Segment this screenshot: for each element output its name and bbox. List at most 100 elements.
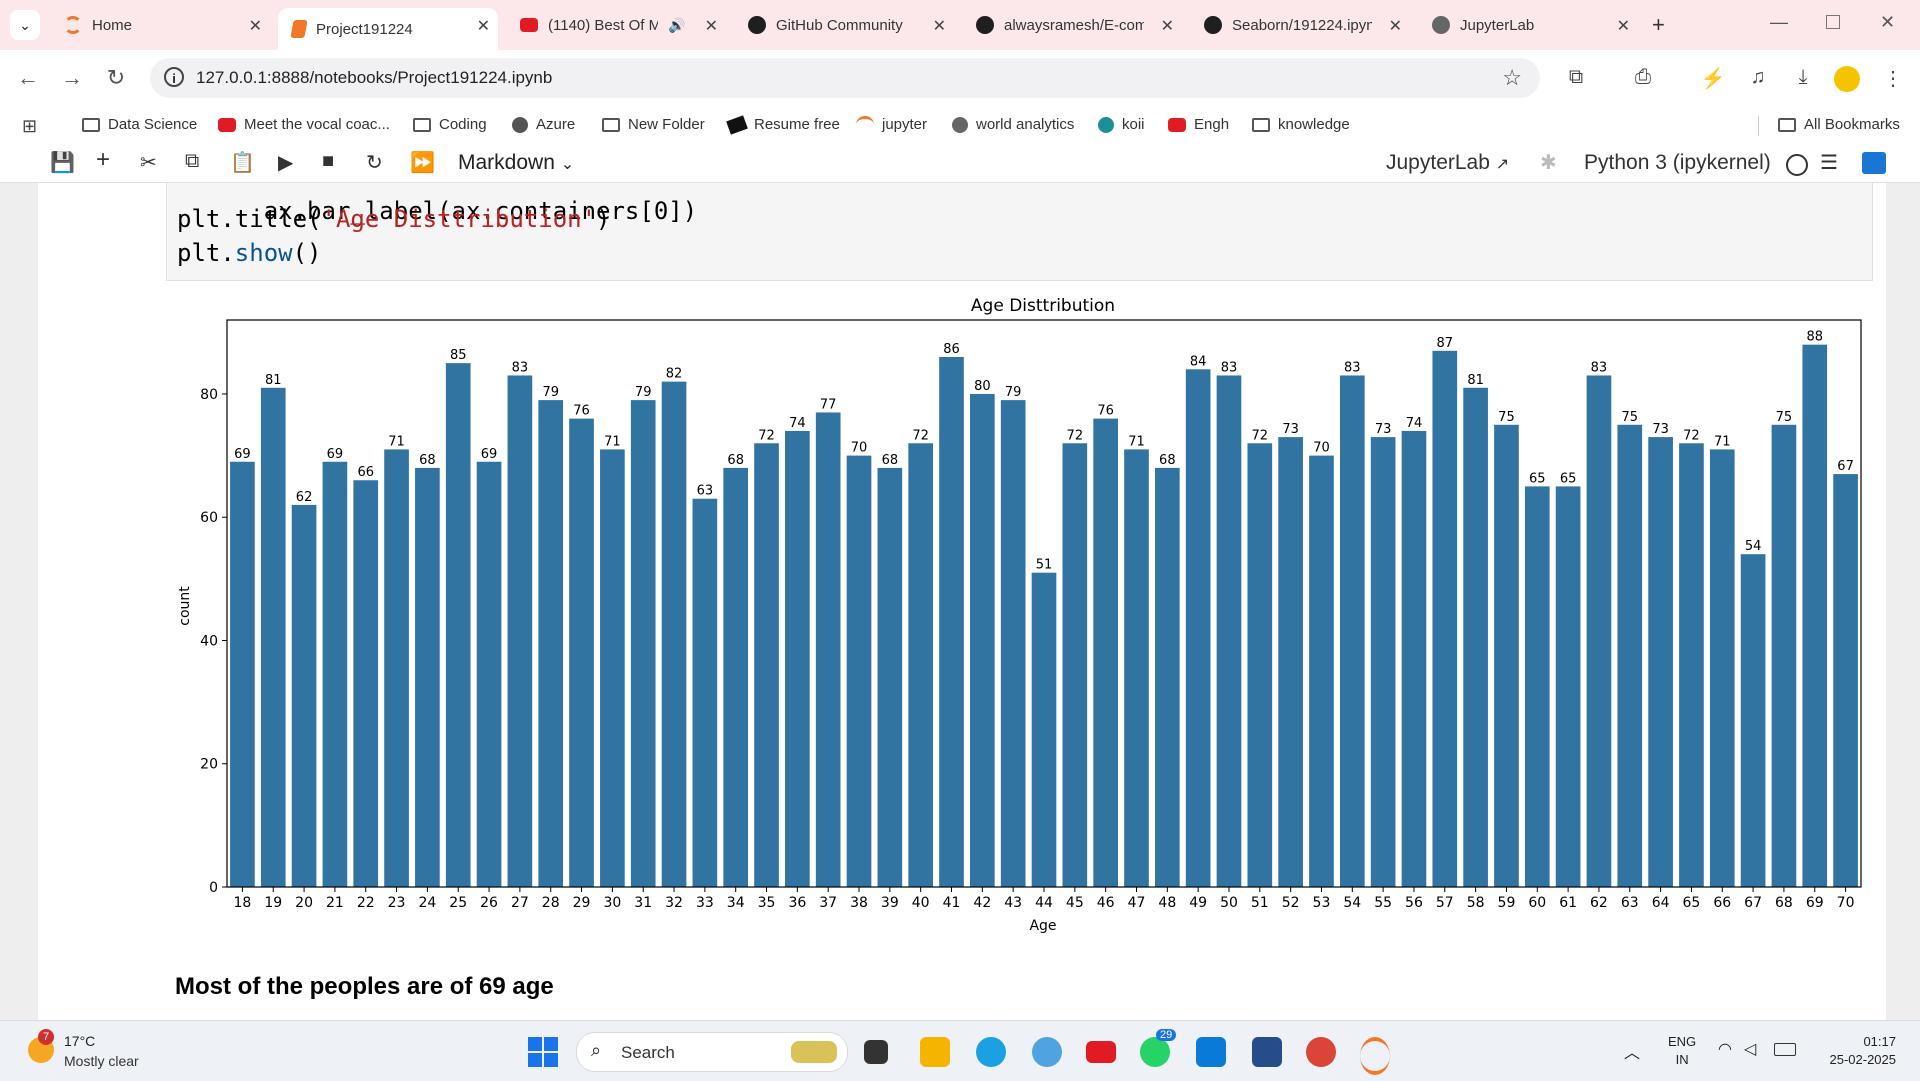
close-icon[interactable]: ✕	[705, 16, 718, 36]
download-icon[interactable]: ⤓	[1790, 66, 1816, 89]
taskbar-search[interactable]: ⌕ Search	[576, 1032, 848, 1072]
speaker-icon[interactable]: 🔊	[668, 17, 685, 34]
weather-temp: 17°C	[64, 1033, 96, 1049]
stop-icon[interactable]: ■	[322, 150, 334, 173]
jupyterlab-label: JupyterLab	[1386, 151, 1490, 174]
copy-icon[interactable]: ⧉	[185, 150, 199, 173]
bookmark-data-science[interactable]: Data Science	[82, 116, 197, 133]
menu-icon[interactable]: ⋮	[1880, 66, 1906, 91]
start-windows-icon[interactable]	[528, 1037, 558, 1067]
bookmark-engh[interactable]: Engh	[1168, 116, 1229, 133]
whatsapp-icon[interactable]: 29	[1140, 1029, 1177, 1067]
app-icon[interactable]	[1252, 1037, 1282, 1067]
paste-icon[interactable]: 📋	[230, 150, 255, 175]
bookmark-label: Data Science	[108, 116, 198, 133]
print-icon[interactable]: ⎙	[1630, 66, 1656, 89]
bar	[445, 363, 471, 887]
edge-icon[interactable]	[976, 1037, 1006, 1067]
tab-github-seaborn[interactable]: Seaborn/191224.ipyn ✕	[1190, 8, 1410, 42]
new-tab-button[interactable]: +	[1652, 12, 1665, 38]
bookmark-jupyter[interactable]: jupyter	[856, 116, 927, 133]
youtube-icon[interactable]	[1086, 1041, 1116, 1063]
bookmark-world-analytics[interactable]: world analytics	[952, 116, 1074, 133]
bookmark-coding[interactable]: Coding	[413, 116, 487, 133]
x-tick-label: 24	[418, 895, 436, 911]
cell-type-label: Markdown	[458, 151, 555, 174]
show-hidden-icons[interactable]: ︿	[1624, 1039, 1640, 1063]
y-tick-label: 20	[200, 757, 218, 773]
bar	[1031, 572, 1057, 887]
x-tick-label: 26	[480, 895, 498, 911]
profile-avatar[interactable]	[1834, 66, 1860, 92]
bookmark-koii[interactable]: koii	[1098, 116, 1145, 133]
restore-icon[interactable]	[1826, 15, 1840, 29]
chrome-icon[interactable]	[1306, 1037, 1336, 1067]
battery-icon[interactable]	[1774, 1043, 1796, 1056]
tab-search-button[interactable]: ⌄	[10, 10, 40, 40]
forward-icon[interactable]: →	[58, 64, 86, 92]
volume-icon[interactable]: ◁	[1744, 1039, 1756, 1059]
bar-value-label: 74	[789, 416, 806, 431]
tab-youtube[interactable]: (1140) Best Of M 🔊 ✕	[506, 8, 726, 42]
apps-icon[interactable]: ⊞	[22, 116, 37, 137]
address-bar[interactable]: i 127.0.0.1:8888/notebooks/Project191224…	[150, 58, 1540, 98]
bar	[723, 467, 749, 887]
x-tick-label: 31	[634, 895, 652, 911]
add-cell-icon[interactable]: +	[96, 146, 110, 174]
x-tick-label: 43	[1004, 895, 1022, 911]
list-icon[interactable]: ☰	[1820, 150, 1838, 175]
performance-icon[interactable]: ⚡	[1700, 66, 1726, 91]
close-icon[interactable]: ✕	[477, 16, 490, 36]
tab-home[interactable]: Home ✕	[50, 8, 270, 42]
debugger-icon[interactable]: ✱	[1540, 150, 1557, 175]
tab-jupyterlab[interactable]: JupyterLab ✕	[1418, 8, 1638, 42]
close-icon[interactable]: ✕	[1617, 16, 1630, 36]
x-tick-label: 36	[788, 895, 806, 911]
age-distribution-chart: Age Disttribution Age count 69 81 62 69 66 71…	[177, 296, 1862, 934]
reload-icon[interactable]: ↻	[102, 64, 130, 92]
close-icon[interactable]: ✕	[1389, 16, 1402, 36]
bookmark-resume-free[interactable]: Resume free	[726, 114, 840, 135]
jupyter-icon[interactable]	[1360, 1037, 1390, 1075]
kernel-name[interactable]: Python 3 (ipykernel)	[1584, 151, 1771, 175]
weather-app-icon[interactable]	[1032, 1037, 1062, 1067]
extensions-icon[interactable]: ⧉	[1563, 66, 1589, 89]
task-view-icon[interactable]	[864, 1040, 888, 1064]
run-all-icon[interactable]: ⏩	[410, 150, 435, 175]
settings-panel-icon[interactable]	[1862, 152, 1886, 174]
weather-widget[interactable]: 7 17°C Mostly clear	[24, 1029, 164, 1073]
run-icon[interactable]: ▶	[278, 150, 293, 175]
wifi-icon[interactable]: ◠	[1718, 1039, 1732, 1059]
save-icon[interactable]: 💾	[50, 150, 75, 175]
close-icon[interactable]: ✕	[249, 16, 262, 36]
language-indicator[interactable]: ENG IN	[1668, 1033, 1696, 1069]
bookmark-azure[interactable]: Azure	[512, 116, 575, 133]
restart-icon[interactable]: ↻	[366, 150, 383, 175]
bookmark-knowledge[interactable]: knowledge	[1252, 116, 1350, 133]
star-icon[interactable]: ☆	[1502, 65, 1522, 91]
close-icon[interactable]: ✕	[1161, 16, 1174, 36]
tab-github-community[interactable]: GitHub Community C ✕	[734, 8, 954, 42]
minimize-icon[interactable]: —	[1770, 12, 1788, 33]
close-window-icon[interactable]: ✕	[1880, 12, 1895, 33]
back-icon[interactable]: ←	[14, 64, 42, 92]
bar-value-label: 69	[481, 447, 498, 462]
all-bookmarks[interactable]: All Bookmarks	[1778, 116, 1900, 133]
markdown-cell[interactable]: Most of the peoples are of 69 age	[175, 973, 554, 1001]
cell-type-select[interactable]: Markdown ⌄	[458, 151, 574, 175]
clock[interactable]: 01:17 25-02-2025	[1816, 1033, 1897, 1069]
file-explorer-icon[interactable]	[920, 1037, 950, 1067]
y-tick-label: 40	[200, 633, 218, 649]
site-info-icon[interactable]: i	[164, 67, 184, 87]
vscode-icon[interactable]	[1196, 1037, 1226, 1067]
tab-github-ecom[interactable]: alwaysramesh/E-com ✕	[962, 8, 1182, 42]
bar	[322, 461, 348, 887]
bookmark-vocal-coach[interactable]: Meet the vocal coac...	[218, 116, 390, 133]
jupyterlab-link[interactable]: JupyterLab ↗	[1386, 151, 1509, 175]
media-icon[interactable]: ♫	[1745, 66, 1771, 89]
cut-icon[interactable]: ✂	[140, 150, 157, 175]
bookmark-new-folder[interactable]: New Folder	[602, 116, 705, 133]
notebook-scroll-area[interactable]: ax.bar_label(ax.containers[0]) plt.title…	[0, 183, 1920, 1020]
tab-project191224[interactable]: Project191224 ✕	[278, 8, 498, 50]
close-icon[interactable]: ✕	[933, 16, 946, 36]
